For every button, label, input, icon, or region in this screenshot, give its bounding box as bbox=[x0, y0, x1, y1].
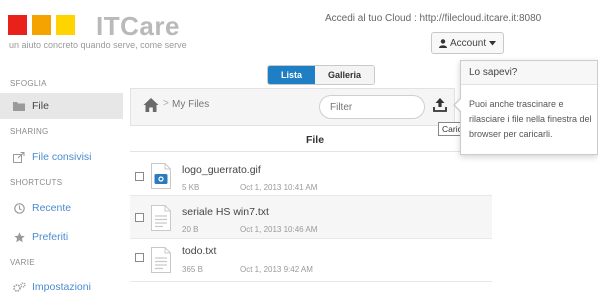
clock-icon bbox=[12, 202, 26, 214]
logo-square-red bbox=[8, 15, 27, 35]
sidebar-heading-sfoglia: SFOGLIA bbox=[10, 79, 47, 88]
popover-arrow-inner bbox=[455, 98, 462, 112]
file-date: Oct 1, 2013 9:42 AM bbox=[240, 265, 313, 274]
brand-name: ITCare bbox=[96, 11, 180, 41]
home-icon[interactable] bbox=[143, 97, 159, 113]
popover-body: Puoi anche trascinare e rilasciare i fil… bbox=[469, 99, 592, 139]
star-icon bbox=[12, 231, 26, 243]
file-size: 365 B bbox=[182, 265, 203, 274]
folder-icon bbox=[12, 101, 26, 111]
file-column-header[interactable]: File bbox=[130, 128, 492, 152]
sidebar-item-label: Recente bbox=[32, 202, 72, 214]
sidebar-heading-varie: VARIE bbox=[10, 258, 35, 267]
image-file-icon bbox=[151, 163, 171, 189]
caret-down-icon bbox=[489, 40, 497, 45]
view-toggle: Lista Galleria bbox=[267, 65, 376, 85]
sidebar-heading-shortcuts: SHORTCUTS bbox=[10, 178, 63, 187]
list-view-button[interactable]: Lista bbox=[268, 66, 316, 84]
sidebar-item-settings[interactable]: Impostazioni bbox=[0, 274, 123, 300]
row-checkbox[interactable] bbox=[135, 172, 144, 181]
breadcrumb-separator: > bbox=[163, 98, 169, 109]
file-size: 20 B bbox=[182, 225, 199, 234]
user-icon bbox=[439, 38, 447, 48]
logo-square-yellow bbox=[56, 15, 75, 35]
popover-title: Lo sapevi? bbox=[461, 61, 597, 85]
sidebar-item-recent[interactable]: Recente bbox=[0, 195, 123, 221]
gears-icon bbox=[12, 281, 26, 293]
file-name[interactable]: seriale HS win7.txt bbox=[182, 206, 269, 218]
file-date: Oct 1, 2013 10:41 AM bbox=[240, 183, 318, 192]
text-file-icon bbox=[151, 247, 171, 273]
breadcrumb-my-files[interactable]: My Files bbox=[172, 99, 209, 110]
text-file-icon bbox=[151, 205, 171, 231]
sidebar-item-favorites[interactable]: Preferiti bbox=[0, 224, 123, 250]
sidebar-item-label: Impostazioni bbox=[32, 281, 91, 293]
row-checkbox[interactable] bbox=[135, 213, 144, 222]
logo-squares bbox=[8, 15, 80, 35]
brand-tagline: un aiuto concreto quando serve, come ser… bbox=[9, 40, 187, 50]
share-icon bbox=[12, 151, 26, 163]
sidebar-item-shared-files[interactable]: File consivisi bbox=[0, 144, 123, 170]
sidebar-item-label: File consivisi bbox=[32, 151, 92, 163]
file-name[interactable]: todo.txt bbox=[182, 245, 216, 257]
file-name[interactable]: logo_guerrato.gif bbox=[182, 164, 261, 176]
file-size: 5 KB bbox=[182, 183, 200, 192]
account-button[interactable]: Account bbox=[431, 32, 505, 54]
file-date: Oct 1, 2013 10:46 AM bbox=[240, 225, 318, 234]
sidebar-item-file[interactable]: File bbox=[0, 93, 123, 119]
sidebar-item-label: Preferiti bbox=[32, 231, 69, 243]
sidebar-item-label: File bbox=[32, 100, 49, 112]
filter-input[interactable] bbox=[319, 95, 425, 119]
cloud-url: Accedi al tuo Cloud : http://filecloud.i… bbox=[325, 13, 542, 24]
logo-square-orange bbox=[32, 15, 51, 35]
upload-icon[interactable] bbox=[433, 97, 447, 113]
sidebar-heading-sharing: SHARING bbox=[10, 127, 49, 136]
account-label: Account bbox=[450, 37, 487, 49]
gallery-view-button[interactable]: Galleria bbox=[315, 66, 375, 84]
row-checkbox[interactable] bbox=[135, 253, 144, 262]
